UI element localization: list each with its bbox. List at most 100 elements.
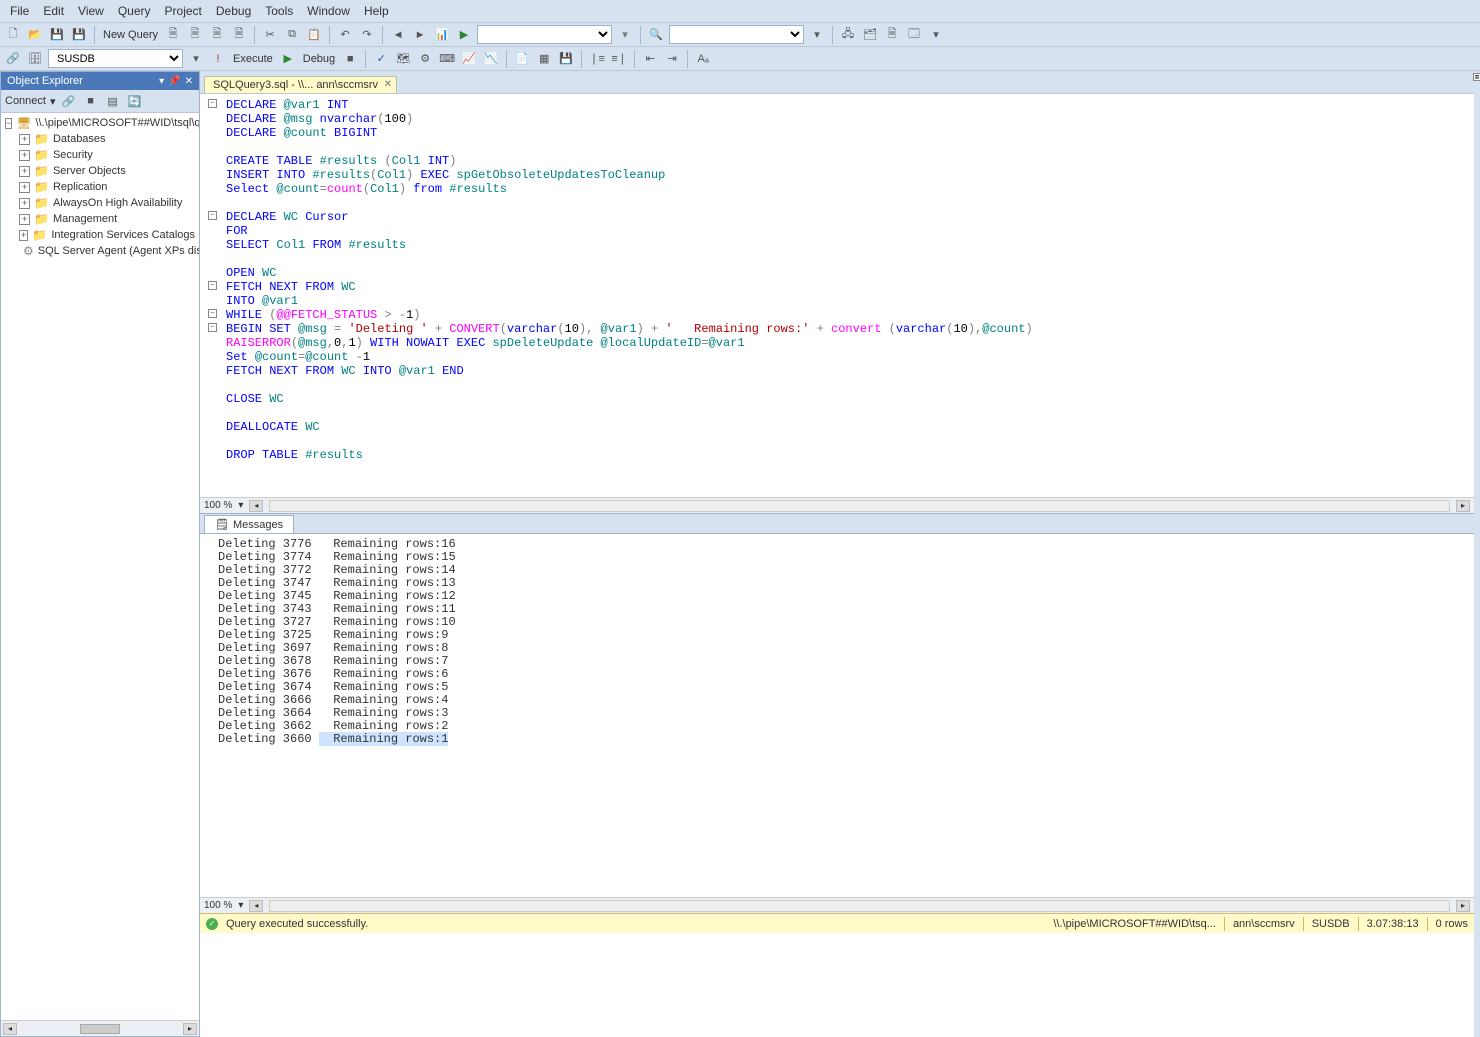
menu-help[interactable]: Help	[358, 2, 395, 20]
analysis-query-icon[interactable]: 🗎	[186, 26, 204, 44]
menu-tools[interactable]: Tools	[259, 2, 299, 20]
scroll-right-icon[interactable]: ▸	[183, 1023, 197, 1035]
stop-debug-icon[interactable]: ■	[341, 50, 359, 68]
registered-servers-icon[interactable]: 🖧	[839, 26, 857, 44]
save-icon[interactable]: 💾	[48, 26, 66, 44]
activity-icon[interactable]: 📊	[433, 26, 451, 44]
scroll-left-icon[interactable]: ◂	[249, 500, 263, 512]
zoom-dropdown-icon[interactable]: ▾	[238, 500, 243, 511]
tree-node-server-objects[interactable]: + 📁 Server Objects	[1, 163, 199, 179]
expand-icon[interactable]: +	[19, 198, 30, 209]
change-connection-icon[interactable]: 🔗	[4, 50, 22, 68]
connect-dropdown-icon[interactable]: ▾	[50, 95, 56, 108]
properties-icon[interactable]: 🗔	[905, 26, 923, 44]
specify-values-icon[interactable]: Aₐ	[694, 50, 712, 68]
tree-node-management[interactable]: + 📁 Management	[1, 211, 199, 227]
zoom-value[interactable]: 100 %	[204, 900, 232, 911]
zoom-dropdown-icon[interactable]: ▾	[238, 900, 243, 911]
object-explorer-tree[interactable]: − 🖥 \\.\pipe\MICROSOFT##WID\tsql\query +…	[1, 113, 199, 1020]
fold-icon[interactable]: −	[208, 211, 217, 220]
results-to-grid-icon[interactable]: ▦	[535, 50, 553, 68]
undo-icon[interactable]: ↶	[336, 26, 354, 44]
cut-icon[interactable]: ✂	[261, 26, 279, 44]
close-tab-icon[interactable]: ✕	[384, 79, 392, 90]
intellisense-icon[interactable]: ⌨	[438, 50, 456, 68]
close-panel-icon[interactable]: ✕	[185, 76, 193, 87]
expand-icon[interactable]: +	[19, 134, 30, 145]
tree-node-security[interactable]: + 📁 Security	[1, 147, 199, 163]
object-explorer-icon[interactable]: 🗂	[861, 26, 879, 44]
find-next-icon[interactable]: ▾	[808, 26, 826, 44]
save-all-icon[interactable]: 💾	[70, 26, 88, 44]
debug-play-icon[interactable]: ▶	[279, 50, 297, 68]
dropdown-arrow-icon[interactable]: ▾	[187, 50, 205, 68]
include-plan-icon[interactable]: 📈	[460, 50, 478, 68]
estimated-plan-icon[interactable]: 🗺	[394, 50, 412, 68]
tree-node-databases[interactable]: + 📁 Databases	[1, 131, 199, 147]
expand-icon[interactable]: +	[19, 166, 30, 177]
query-editor[interactable]: −DECLARE @var1 INT DECLARE @msg nvarchar…	[200, 93, 1474, 513]
debug-button[interactable]: Debug	[301, 53, 337, 65]
solution-config-dropdown[interactable]	[477, 25, 612, 44]
decrease-indent-icon[interactable]: ⇤	[641, 50, 659, 68]
database-dropdown[interactable]: SUSDB	[48, 49, 183, 68]
scroll-right-icon[interactable]: ▸	[1456, 500, 1470, 512]
tree-node-alwayson[interactable]: + 📁 AlwaysOn High Availability	[1, 195, 199, 211]
open-file-icon[interactable]: 📂	[26, 26, 44, 44]
execute-button[interactable]: Execute	[231, 53, 275, 65]
parse-icon[interactable]: ✓	[372, 50, 390, 68]
redo-icon[interactable]: ↷	[358, 26, 376, 44]
refresh-icon[interactable]: 🔄	[126, 92, 144, 110]
include-stats-icon[interactable]: 📉	[482, 50, 500, 68]
menu-file[interactable]: File	[4, 2, 35, 20]
connect-button[interactable]: Connect	[5, 95, 46, 107]
menu-project[interactable]: Project	[159, 2, 208, 20]
find-dropdown[interactable]	[669, 25, 804, 44]
scroll-left-icon[interactable]: ◂	[3, 1023, 17, 1035]
mdx-query-icon[interactable]: 🗎	[208, 26, 226, 44]
paste-icon[interactable]: 📋	[305, 26, 323, 44]
menu-query[interactable]: Query	[112, 2, 157, 20]
expand-icon[interactable]: +	[19, 214, 30, 225]
stop-icon[interactable]: ■	[82, 92, 100, 110]
increase-indent-icon[interactable]: ⇥	[663, 50, 681, 68]
menu-debug[interactable]: Debug	[210, 2, 257, 20]
collapse-icon[interactable]: −	[5, 118, 12, 129]
sql-code[interactable]: −DECLARE @var1 INT DECLARE @msg nvarchar…	[200, 94, 1474, 466]
tree-node-sqlagent[interactable]: ⚙ SQL Server Agent (Agent XPs disabl	[1, 243, 199, 259]
fold-icon[interactable]: −	[208, 309, 217, 318]
editor-hscroll[interactable]	[269, 500, 1450, 512]
fold-icon[interactable]: −	[208, 323, 217, 332]
fold-icon[interactable]: −	[208, 281, 217, 290]
server-node[interactable]: − 🖥 \\.\pipe\MICROSOFT##WID\tsql\query	[1, 115, 199, 131]
nav-fwd-icon[interactable]: ►	[411, 26, 429, 44]
menu-edit[interactable]: Edit	[37, 2, 70, 20]
tree-node-integration[interactable]: + 📁 Integration Services Catalogs	[1, 227, 199, 243]
new-project-icon[interactable]: 🗋	[4, 26, 22, 44]
window-position-icon[interactable]: ▾	[159, 76, 164, 87]
toolbox-icon[interactable]: ▾	[927, 26, 945, 44]
tree-node-replication[interactable]: + 📁 Replication	[1, 179, 199, 195]
copy-icon[interactable]: ⧉	[283, 26, 301, 44]
find-icon[interactable]: 🔍	[647, 26, 665, 44]
menu-view[interactable]: View	[72, 2, 110, 20]
filter-icon[interactable]: ▤	[104, 92, 122, 110]
expand-icon[interactable]: +	[19, 150, 30, 161]
messages-tab[interactable]: 🗒 Messages	[204, 515, 294, 533]
uncomment-icon[interactable]: ≡❘	[610, 50, 628, 68]
new-query-button[interactable]: New Query	[101, 29, 160, 41]
messages-output[interactable]: Deleting 3776 Remaining rows:16Deleting …	[200, 534, 1474, 897]
scroll-right-icon[interactable]: ▸	[1456, 900, 1470, 912]
db-engine-query-icon[interactable]: 🗎	[164, 26, 182, 44]
results-to-text-icon[interactable]: 📄	[513, 50, 531, 68]
disconnect-icon[interactable]: 🔗	[60, 92, 78, 110]
dmx-query-icon[interactable]: 🗎	[230, 26, 248, 44]
scroll-left-icon[interactable]: ◂	[249, 900, 263, 912]
cancel-query-icon[interactable]: !	[209, 50, 227, 68]
results-hscroll[interactable]	[269, 900, 1450, 912]
tab-sqlquery3[interactable]: SQLQuery3.sql - \\... ann\sccmsrv ✕	[204, 76, 397, 93]
comment-icon[interactable]: ❘≡	[588, 50, 606, 68]
right-splitter[interactable]: ⧈	[1474, 71, 1480, 1037]
query-options-icon[interactable]: ⚙	[416, 50, 434, 68]
template-explorer-icon[interactable]: 🗎	[883, 26, 901, 44]
